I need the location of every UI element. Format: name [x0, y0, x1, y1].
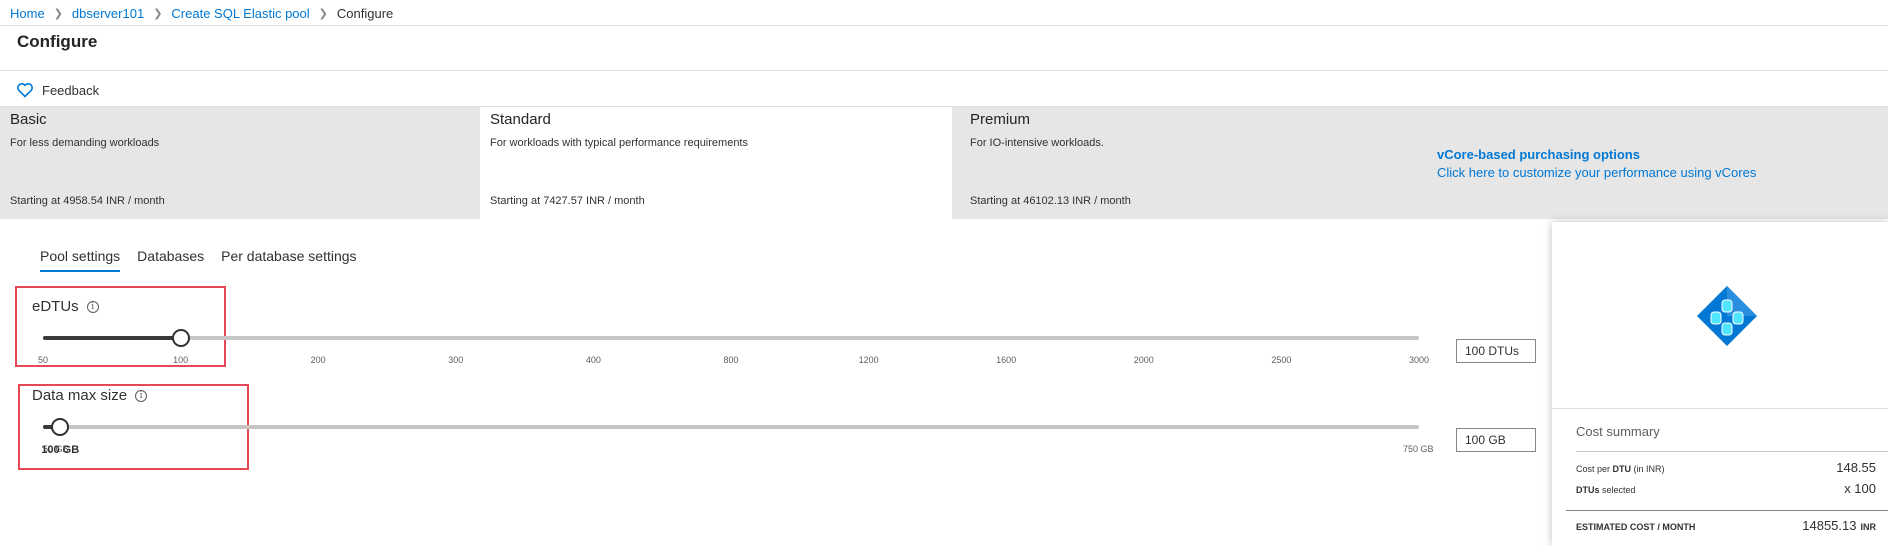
edtu-tick-label: 800	[723, 355, 739, 365]
elastic-pool-icon	[1697, 286, 1757, 346]
estimated-cost-label: ESTIMATED COST / MONTH	[1576, 522, 1696, 532]
edtu-tick-label: 200	[310, 355, 326, 365]
dtus-selected-row: DTUs selected x 100	[1576, 481, 1876, 496]
tier-description: For less demanding workloads	[10, 137, 160, 149]
edtu-value-field[interactable]: 100 DTUs	[1456, 339, 1536, 363]
tier-description: For workloads with typical performance r…	[490, 137, 748, 149]
edtu-slider-fill	[43, 336, 181, 340]
data-size-tick-selected: 100 GB	[41, 444, 80, 456]
breadcrumb-server[interactable]: dbserver101	[72, 6, 144, 21]
dtus-selected-label: DTUs selected	[1576, 485, 1636, 495]
edtu-slider-thumb[interactable]	[171, 329, 190, 347]
estimated-cost-value: 14855.13	[1802, 518, 1857, 533]
info-icon[interactable]: i	[135, 389, 148, 402]
chevron-right-icon: ❯	[153, 7, 163, 20]
vcore-options: vCore-based purchasing options Click her…	[1437, 147, 1756, 180]
tab-per-database-settings[interactable]: Per database settings	[221, 248, 356, 272]
tier-price: Starting at 7427.57 INR / month	[490, 195, 645, 207]
dtus-selected-value: x 100	[1844, 481, 1876, 496]
divider	[1552, 408, 1888, 409]
breadcrumb-pool[interactable]: Create SQL Elastic pool	[171, 6, 309, 21]
edtu-label: eDTUs	[32, 298, 79, 315]
page-title: Configure	[17, 32, 98, 51]
vcore-title-link[interactable]: vCore-based purchasing options	[1437, 147, 1756, 162]
divider	[1566, 510, 1888, 511]
edtu-slider[interactable]	[43, 329, 1419, 347]
cost-per-dtu-row: Cost per DTU (in INR) 148.55	[1576, 460, 1876, 475]
data-size-label: Data max size	[32, 387, 128, 404]
tier-name: Standard	[490, 111, 551, 128]
data-size-slider[interactable]	[43, 418, 1419, 436]
edtu-tick-label: 50	[37, 355, 49, 365]
edtu-tick-label: 300	[448, 355, 464, 365]
breadcrumb-current: Configure	[336, 5, 394, 21]
edtu-tick-label: 400	[585, 355, 601, 365]
feedback-label: Feedback	[42, 82, 100, 98]
data-size-value-field[interactable]: 100 GB	[1456, 428, 1536, 452]
chevron-right-icon: ❯	[318, 7, 328, 20]
heart-icon	[17, 83, 33, 98]
divider	[1576, 451, 1888, 452]
edtu-tick-label: 1200	[858, 355, 879, 365]
tier-standard[interactable]: Standard For workloads with typical perf…	[480, 107, 952, 219]
tier-basic[interactable]: Basic For less demanding workloads Start…	[0, 107, 472, 219]
cost-summary-title: Cost summary	[1576, 424, 1660, 439]
cost-summary-panel: Cost summary Cost per DTU (in INR) 148.5…	[1552, 222, 1888, 546]
divider	[0, 70, 1888, 71]
feedback-button[interactable]: Feedback	[16, 81, 99, 99]
edtu-tick-label: 100	[173, 355, 189, 365]
estimated-cost-unit: INR	[1860, 522, 1877, 532]
tab-pool-settings[interactable]: Pool settings	[40, 248, 121, 272]
chevron-right-icon: ❯	[53, 7, 63, 20]
estimated-cost-row: ESTIMATED COST / MONTH 14855.13 INR	[1576, 517, 1876, 535]
breadcrumb: Home ❯ dbserver101 ❯ Create SQL Elastic …	[10, 4, 393, 22]
cost-per-dtu-value: 148.55	[1836, 460, 1876, 475]
tier-name: Premium	[970, 111, 1031, 128]
divider	[0, 25, 1888, 26]
tier-price: Starting at 4958.54 INR / month	[10, 195, 165, 207]
vcore-customize-link[interactable]: Click here to customize your performance…	[1437, 165, 1756, 180]
edtu-tick-label: 3000	[1408, 355, 1430, 365]
breadcrumb-home[interactable]: Home	[10, 6, 45, 21]
edtu-tick-label: 1600	[996, 355, 1017, 365]
tier-price: Starting at 46102.13 INR / month	[970, 195, 1131, 207]
settings-tabs: Pool settings Databases Per database set…	[40, 248, 357, 272]
data-size-label-row: Data max size i	[32, 387, 148, 404]
data-size-tick-max: 750 GB	[1403, 444, 1434, 454]
edtu-tick-label: 2000	[1133, 355, 1154, 365]
edtu-label-row: eDTUs i	[32, 298, 99, 315]
tab-databases[interactable]: Databases	[137, 248, 204, 272]
tier-name: Basic	[10, 111, 47, 128]
info-icon[interactable]: i	[86, 300, 99, 313]
edtu-tick-label: 2500	[1271, 355, 1292, 365]
estimated-cost-value-wrap: 14855.13 INR	[1802, 517, 1876, 535]
cost-per-dtu-label: Cost per DTU (in INR)	[1576, 464, 1665, 474]
